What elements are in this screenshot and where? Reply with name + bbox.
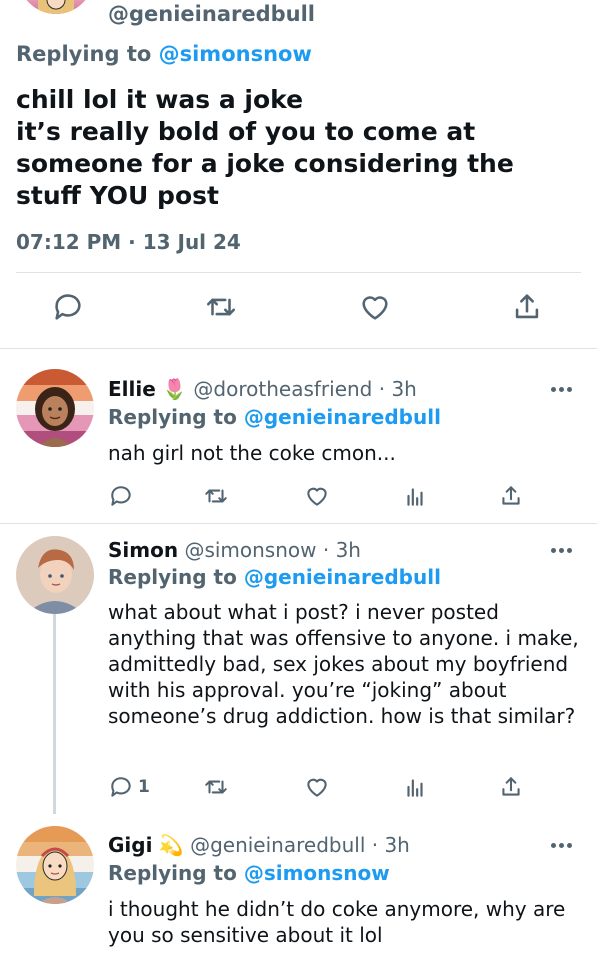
share-icon[interactable] — [510, 290, 544, 324]
replying-to-label: Replying to — [108, 565, 244, 589]
reply-button[interactable]: 1 — [108, 774, 168, 802]
reply-count: 1 — [138, 777, 150, 797]
reply-text: what about what i post? i never posted a… — [108, 600, 579, 728]
reply-icon[interactable] — [108, 483, 134, 511]
avatar[interactable] — [16, 826, 94, 904]
reply-actions — [108, 483, 528, 511]
retweet-icon[interactable] — [203, 774, 229, 802]
replying-to-link[interactable]: @genieinaredbull — [244, 565, 441, 589]
replying-to-label: Replying to — [16, 42, 159, 66]
reply-header: Ellie 🌷 @dorotheasfriend · 3h — [108, 376, 417, 402]
reply-icon[interactable] — [51, 290, 85, 324]
tweet-text: chill lol it was a joke it’s really bold… — [16, 85, 514, 210]
more-options-icon[interactable] — [551, 842, 573, 850]
replying-to-line: Replying to @genieinaredbull — [108, 404, 441, 430]
tulip-emoji: 🌷 — [162, 377, 188, 401]
retweet-icon[interactable] — [204, 290, 238, 324]
replying-to-link[interactable]: @genieinaredbull — [244, 405, 441, 429]
author-name[interactable]: Gigi — [108, 833, 152, 857]
focused-tweet: @genieinaredbull Replying to @simonsnow … — [0, 0, 597, 348]
divider — [16, 272, 581, 273]
tweet-actions — [0, 290, 597, 334]
replying-to-link[interactable]: @simonsnow — [244, 861, 390, 885]
replying-to-line: Replying to @simonsnow — [16, 42, 312, 66]
tweet-timestamp[interactable]: 07:12 PM · 13 Jul 24 — [16, 230, 241, 254]
like-icon[interactable] — [304, 774, 330, 802]
author-handle-time[interactable]: @genieinaredbull · 3h — [190, 833, 410, 857]
replying-to-label: Replying to — [108, 405, 244, 429]
author-name[interactable]: Simon — [108, 538, 178, 562]
avatar[interactable] — [18, 0, 94, 14]
dizzy-emoji: 💫 — [158, 833, 184, 857]
share-icon[interactable] — [498, 483, 524, 511]
more-options-icon[interactable] — [551, 386, 573, 394]
author-handle-time[interactable]: @dorotheasfriend · 3h — [193, 377, 416, 401]
replying-to-line: Replying to @simonsnow — [108, 860, 390, 886]
reply-text: i thought he didn’t do coke anymore, why… — [108, 897, 566, 947]
reply-header: Gigi 💫 @genieinaredbull · 3h — [108, 832, 410, 858]
replying-to-line: Replying to @genieinaredbull — [108, 564, 441, 590]
reply-actions: 1 — [108, 774, 528, 802]
reply-tweet[interactable]: Ellie 🌷 @dorotheasfriend · 3h Replying t… — [0, 349, 597, 523]
avatar[interactable] — [16, 369, 94, 447]
reply-tweet[interactable]: Simon @simonsnow · 3h Replying to @genie… — [0, 524, 597, 814]
like-icon[interactable] — [304, 483, 330, 511]
analytics-icon[interactable] — [402, 483, 428, 511]
more-options-icon[interactable] — [551, 547, 573, 555]
reply-tweet[interactable]: Gigi 💫 @genieinaredbull · 3h Replying to… — [0, 814, 597, 960]
share-icon[interactable] — [498, 774, 524, 802]
avatar[interactable] — [16, 536, 94, 614]
replying-to-label: Replying to — [108, 861, 244, 885]
author-handle-time[interactable]: @simonsnow · 3h — [184, 538, 361, 562]
author-handle[interactable]: @genieinaredbull — [108, 2, 315, 26]
author-name[interactable]: Ellie — [108, 377, 156, 401]
like-icon[interactable] — [358, 290, 392, 324]
retweet-icon[interactable] — [203, 483, 229, 511]
reply-header: Simon @simonsnow · 3h — [108, 537, 361, 563]
thread-connector — [53, 614, 56, 814]
analytics-icon[interactable] — [402, 774, 428, 802]
replying-to-link[interactable]: @simonsnow — [159, 42, 312, 66]
reply-text: nah girl not the coke cmon... — [108, 441, 396, 465]
